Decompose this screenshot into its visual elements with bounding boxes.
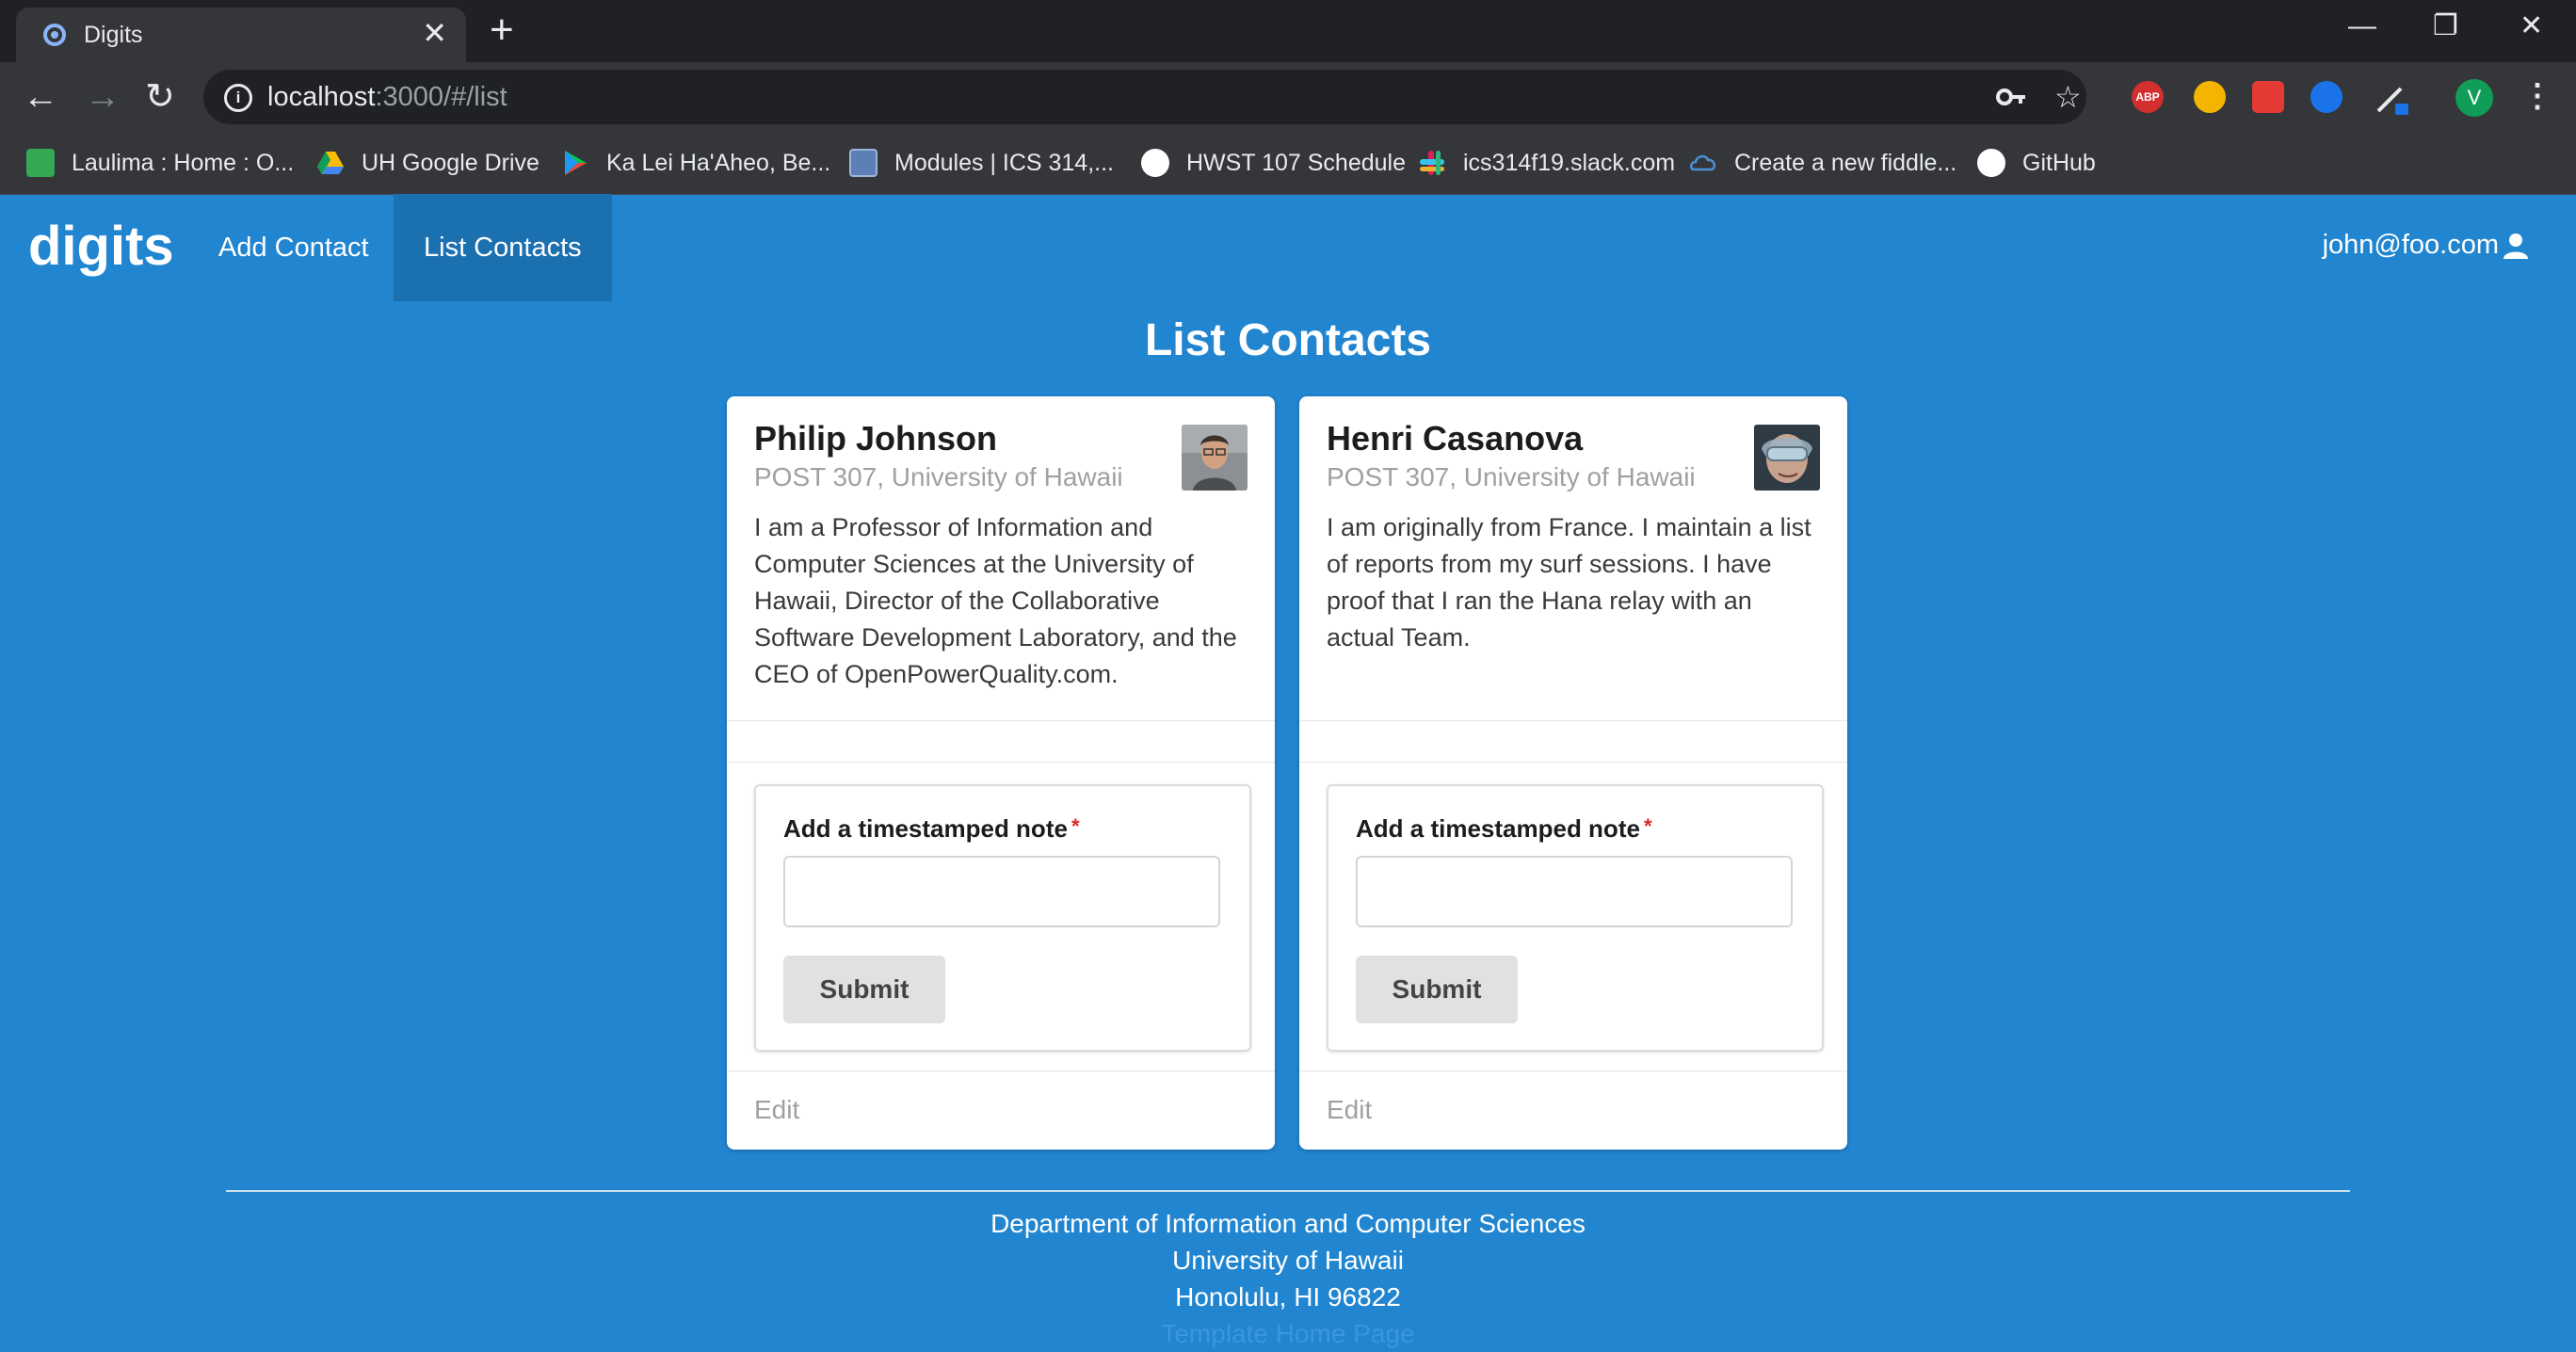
edit-link[interactable]: Edit — [754, 1095, 799, 1125]
footer-department: Department of Information and Computer S… — [990, 1209, 1586, 1238]
bookmark-item[interactable]: GitHub — [1977, 147, 2096, 179]
card-divider — [727, 762, 1275, 763]
note-form: Add a timestamped note * Submit — [1327, 784, 1824, 1052]
eyedropper-icon[interactable] — [2373, 79, 2410, 117]
card-divider — [1299, 720, 1847, 721]
nav-list-contacts[interactable]: List Contacts — [394, 194, 612, 301]
note-input[interactable] — [1356, 856, 1793, 927]
contact-address: POST 307, University of Hawaii — [1327, 462, 1696, 491]
key-icon[interactable] — [1996, 83, 2028, 111]
extension-icon[interactable] — [2310, 81, 2343, 113]
jsfiddle-icon — [1690, 154, 1716, 171]
extension-icon[interactable] — [2194, 81, 2226, 113]
template-home-link[interactable]: Template Home Page — [0, 1319, 2576, 1349]
card-divider — [1299, 762, 1847, 763]
bookmarks-bar: Laulima : Home : O... UH Google Drive Ka… — [0, 132, 2576, 195]
required-marker: * — [1643, 814, 1652, 838]
adblock-plus-icon[interactable]: ABP — [2132, 81, 2164, 113]
contact-description: I am a Professor of Information and Comp… — [754, 513, 1237, 688]
card-divider — [1299, 1070, 1847, 1071]
new-tab-icon[interactable]: + — [490, 9, 514, 51]
submit-button[interactable]: Submit — [1356, 956, 1518, 1023]
contact-card: Philip Johnson POST 307, University of H… — [727, 396, 1275, 1150]
app-navbar: digits Add Contact List Contacts john@fo… — [0, 194, 2576, 301]
contact-photo — [1754, 425, 1820, 491]
site-info-icon[interactable]: i — [224, 84, 252, 112]
contact-card: Henri Casanova POST 307, University of H… — [1299, 396, 1847, 1150]
address-bar[interactable]: i localhost:3000/#/list ☆ — [203, 70, 2086, 124]
required-marker: * — [1071, 814, 1080, 838]
restore-icon[interactable]: ❐ — [2433, 8, 2458, 45]
close-window-icon[interactable]: ✕ — [2520, 8, 2543, 45]
contact-name: Henri Casanova — [1327, 419, 1584, 458]
browser-menu-icon[interactable]: ⋮ — [2521, 75, 2553, 117]
note-label: Add a timestamped note * — [1356, 814, 1652, 843]
bookmark-item[interactable]: Ka Lei Ha'Aheo, Be... — [561, 147, 830, 179]
profile-avatar[interactable]: V — [2455, 79, 2493, 117]
meteor-favicon-icon — [43, 24, 66, 46]
user-menu[interactable]: john@foo.com — [2323, 230, 2529, 261]
bookmark-item[interactable]: UH Google Drive — [316, 147, 539, 179]
bookmark-item[interactable]: Modules | ICS 314,... — [849, 147, 1114, 179]
footer-university: University of Hawaii — [1172, 1246, 1404, 1275]
tab-close-icon[interactable]: ✕ — [422, 18, 447, 48]
footer-address: Honolulu, HI 96822 — [1175, 1282, 1401, 1312]
reload-icon[interactable]: ↻ — [145, 79, 175, 115]
forward-icon[interactable]: → — [85, 79, 121, 115]
slack-icon — [1420, 151, 1444, 175]
extension-icon[interactable] — [2252, 81, 2284, 113]
google-drive-icon — [317, 152, 344, 174]
contact-photo — [1182, 425, 1248, 491]
user-email: john@foo.com — [2322, 230, 2499, 260]
bookmark-star-icon[interactable]: ☆ — [2054, 79, 2082, 115]
nav-add-contact[interactable]: Add Contact — [188, 194, 399, 301]
card-divider — [727, 1070, 1275, 1071]
note-label: Add a timestamped note * — [783, 814, 1080, 843]
submit-button[interactable]: Submit — [783, 956, 945, 1023]
google-play-icon — [565, 151, 587, 175]
github-icon — [1977, 149, 2005, 177]
modules-icon — [849, 149, 877, 177]
edit-link[interactable]: Edit — [1327, 1095, 1372, 1125]
page-title: List Contacts — [1144, 315, 1432, 365]
footer-divider — [226, 1190, 2350, 1192]
note-input[interactable] — [783, 856, 1220, 927]
back-icon[interactable]: ← — [23, 79, 58, 115]
laulima-icon — [26, 149, 55, 177]
note-form: Add a timestamped note * Submit — [754, 784, 1251, 1052]
contact-address: POST 307, University of Hawaii — [754, 462, 1123, 491]
bookmark-item[interactable]: Create a new fiddle... — [1689, 147, 1956, 179]
minimize-icon[interactable]: — — [2348, 8, 2376, 45]
contact-description: I am originally from France. I maintain … — [1327, 513, 1811, 652]
bookmark-item[interactable]: HWST 107 Schedule — [1141, 147, 1406, 179]
card-divider — [727, 720, 1275, 721]
browser-tab-strip: Digits ✕ + — ❐ ✕ — [0, 0, 2576, 62]
bookmark-item[interactable]: ics314f19.slack.com — [1418, 147, 1675, 179]
bookmark-item[interactable]: Laulima : Home : O... — [26, 147, 294, 179]
contact-name: Philip Johnson — [754, 419, 997, 458]
brand-logo[interactable]: digits — [28, 215, 174, 278]
url-text[interactable]: localhost:3000/#/list — [267, 82, 507, 113]
user-icon — [2504, 233, 2528, 259]
browser-toolbar: ← → ↻ i localhost:3000/#/list ☆ ABP V ⋮ — [0, 62, 2576, 132]
globe-icon — [1141, 149, 1169, 177]
browser-tab-digits[interactable]: Digits ✕ — [16, 8, 466, 62]
tab-title: Digits — [84, 22, 143, 48]
